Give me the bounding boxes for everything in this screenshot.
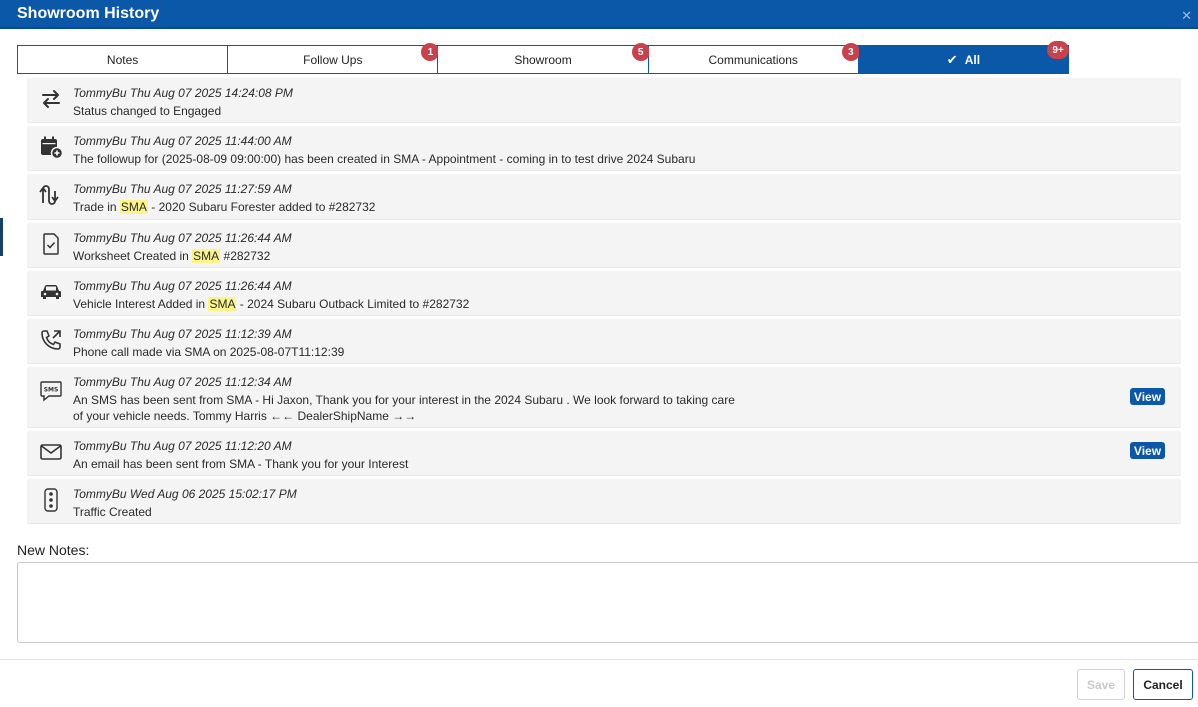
trade-route-icon	[38, 182, 64, 208]
list-item: TommyBu Wed Aug 06 2025 15:02:17 PM Traf…	[27, 479, 1181, 523]
list-item: TommyBu Thu Aug 07 2025 14:24:08 PM Stat…	[27, 78, 1181, 122]
save-button[interactable]: Save	[1077, 669, 1125, 700]
count-badge: 9+	[1047, 41, 1070, 59]
new-notes-label: New Notes:	[17, 542, 90, 558]
tab-label: Follow Ups	[303, 52, 363, 67]
highlight-term: SMA	[208, 297, 237, 311]
dialog-titlebar: Showroom History ✕	[0, 0, 1198, 29]
tab-label: Notes	[106, 52, 139, 67]
entry-text: Worksheet Created in SMA #282732	[73, 249, 271, 263]
view-button[interactable]: View	[1130, 388, 1165, 405]
list-item: TommyBu Thu Aug 07 2025 11:26:44 AM Vehi…	[27, 271, 1181, 315]
entry-text: An email has been sent from SMA - Thank …	[73, 457, 409, 471]
history-feed: TommyBu Thu Aug 07 2025 14:24:08 PM Stat…	[27, 78, 1181, 527]
list-item: TommyBu Thu Aug 07 2025 11:12:20 AM An e…	[27, 431, 1181, 475]
calendar-add-icon	[38, 134, 64, 160]
list-item: TommyBu Thu Aug 07 2025 11:26:44 AM Work…	[27, 223, 1181, 267]
tab-label: All	[964, 52, 981, 67]
entry-text: Status changed to Engaged	[73, 104, 222, 118]
worksheet-check-icon	[38, 231, 64, 257]
tab-label: Showroom	[514, 52, 572, 67]
tab-showroom[interactable]: Showroom 5	[438, 43, 650, 74]
email-icon	[38, 439, 64, 465]
entry-text: Traffic Created	[73, 505, 152, 519]
count-badge: 5	[631, 43, 650, 61]
background-edge	[0, 218, 3, 256]
tab-label: Communications	[708, 52, 798, 67]
highlight-term: SMA	[192, 249, 221, 263]
entry-meta: TommyBu Thu Aug 07 2025 11:12:39 AM	[73, 327, 292, 341]
tab-communications[interactable]: Communications 3	[648, 43, 860, 74]
history-tabs: Notes Follow Ups 1 Showroom 5 Communicat…	[17, 41, 1070, 74]
cancel-button[interactable]: Cancel	[1133, 669, 1193, 700]
sms-icon: SMS	[38, 378, 64, 404]
footer-divider	[0, 659, 1198, 660]
entry-text: The followup for (2025-08-09 09:00:00) h…	[73, 152, 696, 166]
entry-text: Phone call made via SMA on 2025-08-07T11…	[73, 345, 345, 359]
count-badge: 3	[841, 43, 860, 61]
phone-outgoing-icon	[38, 327, 64, 353]
tab-follow-ups[interactable]: Follow Ups 1	[228, 43, 440, 74]
dialog-title: Showroom History	[17, 5, 160, 22]
entry-meta: TommyBu Thu Aug 07 2025 11:27:59 AM	[73, 182, 292, 196]
tab-notes[interactable]: Notes	[17, 45, 229, 74]
entry-meta: TommyBu Thu Aug 07 2025 11:12:20 AM	[73, 439, 292, 453]
view-button[interactable]: View	[1130, 442, 1165, 459]
entry-text: Trade in SMA - 2020 Subaru Forester adde…	[73, 200, 376, 214]
count-badge: 1	[421, 43, 440, 61]
entry-meta: TommyBu Thu Aug 07 2025 11:26:44 AM	[73, 231, 292, 245]
list-item: TommyBu Thu Aug 07 2025 11:44:00 AM The …	[27, 126, 1181, 170]
new-notes-textarea[interactable]	[17, 562, 1198, 643]
checkmark-icon: ✔	[946, 51, 958, 67]
list-item: SMS TommyBu Thu Aug 07 2025 11:12:34 AM …	[27, 367, 1181, 427]
entry-meta: TommyBu Thu Aug 07 2025 11:12:34 AM	[73, 375, 292, 389]
swap-arrows-icon	[38, 86, 64, 112]
list-item: TommyBu Thu Aug 07 2025 11:27:59 AM Trad…	[27, 174, 1181, 219]
entry-meta: TommyBu Wed Aug 06 2025 15:02:17 PM	[73, 487, 297, 501]
entry-meta: TommyBu Thu Aug 07 2025 11:26:44 AM	[73, 279, 292, 293]
list-item: TommyBu Thu Aug 07 2025 11:12:39 AM Phon…	[27, 319, 1181, 363]
traffic-light-icon	[38, 487, 64, 513]
entry-text: Vehicle Interest Added in SMA - 2024 Sub…	[73, 297, 470, 311]
highlight-term: SMA	[119, 200, 148, 214]
entry-meta: TommyBu Thu Aug 07 2025 14:24:08 PM	[73, 86, 293, 100]
entry-meta: TommyBu Thu Aug 07 2025 11:44:00 AM	[73, 134, 292, 148]
svg-text:SMS: SMS	[44, 387, 59, 394]
car-icon	[38, 279, 64, 305]
tab-all[interactable]: ✔ All 9+	[858, 41, 1070, 74]
close-icon[interactable]: ✕	[1181, 9, 1192, 22]
entry-text: An SMS has been sent from SMA - Hi Jaxon…	[73, 393, 735, 423]
